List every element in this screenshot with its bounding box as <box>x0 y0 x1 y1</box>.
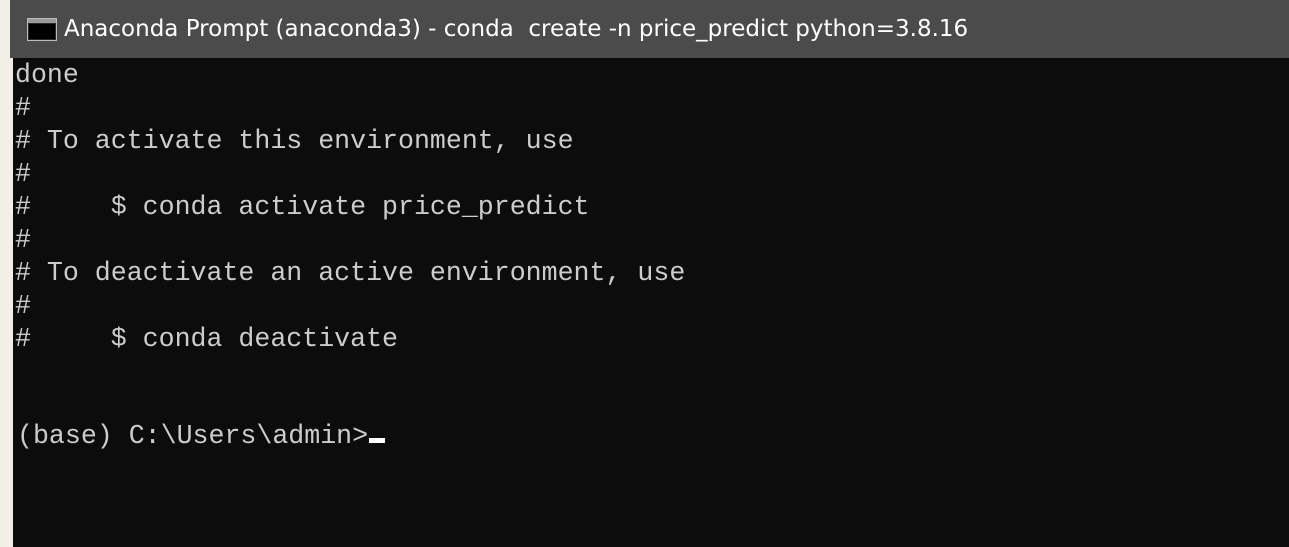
console-output[interactable]: done # # To activate this environment, u… <box>13 58 1289 547</box>
console-line: # $ conda deactivate <box>15 324 399 354</box>
console-line: # <box>15 225 31 255</box>
command-prompt[interactable]: (base) C:\Users\admin> <box>17 420 386 453</box>
console-line: done <box>15 60 79 90</box>
title-bar[interactable]: Anaconda Prompt (anaconda3) - conda crea… <box>10 0 1289 58</box>
terminal-icon <box>27 18 57 41</box>
text-cursor <box>369 438 386 443</box>
window-title: Anaconda Prompt (anaconda3) - conda crea… <box>64 16 969 42</box>
prompt-text: (base) C:\Users\admin> <box>17 421 369 451</box>
terminal-window: Anaconda Prompt (anaconda3) - conda crea… <box>10 0 1289 547</box>
console-line: # <box>15 291 31 321</box>
console-line: # $ conda activate price_predict <box>15 192 590 222</box>
console-line: # To deactivate an active environment, u… <box>15 258 686 288</box>
console-line: # To activate this environment, use <box>15 126 574 156</box>
console-line: # <box>15 93 31 123</box>
console-line: # <box>15 159 31 189</box>
